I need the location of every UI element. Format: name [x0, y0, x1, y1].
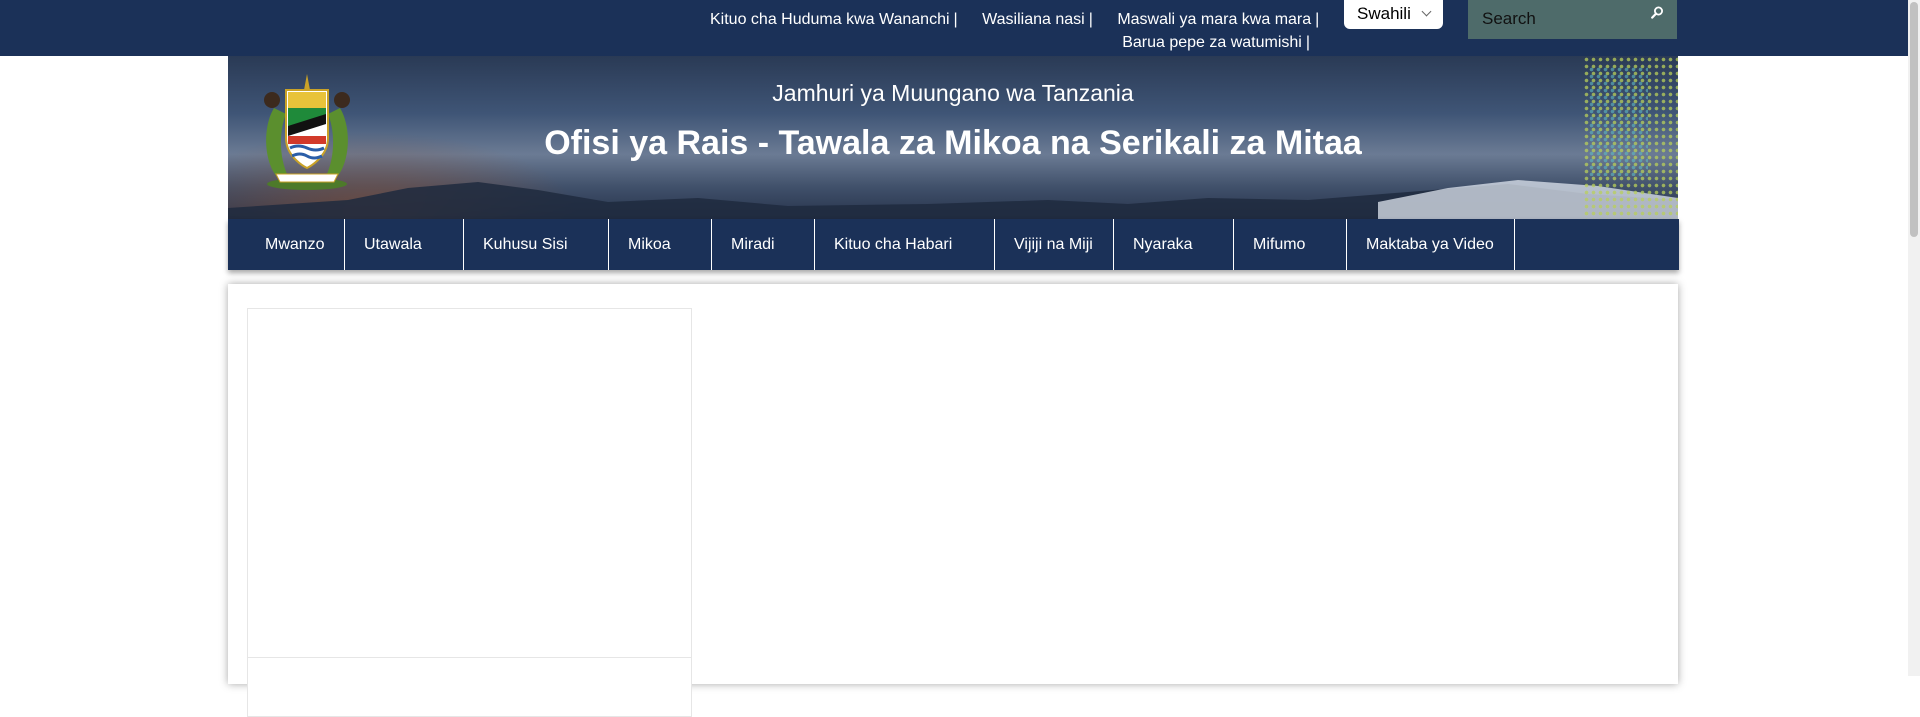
top-links: Kituo cha Huduma kwa Wananchi | Wasiliana…	[690, 8, 1319, 54]
main-content	[228, 284, 1678, 717]
nav-item-kituo-cha-habari[interactable]: Kituo cha Habari	[815, 219, 995, 270]
top-bar: Kituo cha Huduma kwa Wananchi | Wasiliana…	[0, 0, 1908, 56]
chevron-down-icon	[1421, 6, 1432, 17]
nav-item-utawala[interactable]: Utawala	[345, 219, 464, 270]
nav-item-miradi[interactable]: Miradi	[712, 219, 815, 270]
search-input[interactable]	[1468, 0, 1643, 33]
link-maswali[interactable]: Maswali ya mara kwa mara	[1117, 11, 1311, 28]
link-barua-pepe[interactable]: Barua pepe za watumishi	[1122, 34, 1302, 51]
content-card	[247, 657, 692, 717]
nav-item-maktaba-ya-video[interactable]: Maktaba ya Video	[1347, 219, 1515, 270]
language-selected: Swahili	[1357, 4, 1411, 23]
top-links-row-1: Kituo cha Huduma kwa Wananchi | Wasiliana…	[690, 8, 1319, 31]
nav-item-mikoa[interactable]: Mikoa	[609, 219, 712, 270]
page-scrollbar[interactable]	[1908, 0, 1920, 676]
link-separator: |	[953, 11, 958, 28]
main-navigation: Mwanzo Utawala Kuhusu Sisi Mikoa Miradi …	[228, 219, 1679, 270]
link-separator: |	[1088, 11, 1093, 28]
nav-item-nyaraka[interactable]: Nyaraka	[1114, 219, 1234, 270]
language-select[interactable]: Swahili	[1344, 0, 1443, 29]
nav-item-kuhusu-sisi[interactable]: Kuhusu Sisi	[464, 219, 609, 270]
link-wasiliana-nasi[interactable]: Wasiliana nasi	[982, 11, 1085, 28]
top-links-row-2: Barua pepe za watumishi |	[690, 31, 1310, 54]
link-kituo-cha-huduma[interactable]: Kituo cha Huduma kwa Wananchi	[710, 11, 950, 28]
link-separator: |	[1315, 11, 1320, 28]
mountain-silhouette	[228, 180, 1678, 220]
search-icon[interactable]	[1651, 6, 1664, 19]
scrollbar-thumb[interactable]	[1910, 2, 1918, 237]
nav-item-vijiji-na-miji[interactable]: Vijiji na Miji	[995, 219, 1114, 270]
nav-item-mifumo[interactable]: Mifumo	[1234, 219, 1347, 270]
nav-item-mwanzo[interactable]: Mwanzo	[228, 219, 345, 270]
content-card	[247, 308, 692, 660]
search-box	[1468, 0, 1677, 39]
link-separator: |	[1305, 34, 1310, 51]
office-title: Ofisi ya Rais - Tawala za Mikoa na Serik…	[544, 124, 1362, 162]
country-name: Jamhuri ya Muungano wa Tanzania	[772, 80, 1134, 106]
header-banner: Jamhuri ya Muungano wa Tanzania Ofisi ya…	[228, 56, 1678, 220]
